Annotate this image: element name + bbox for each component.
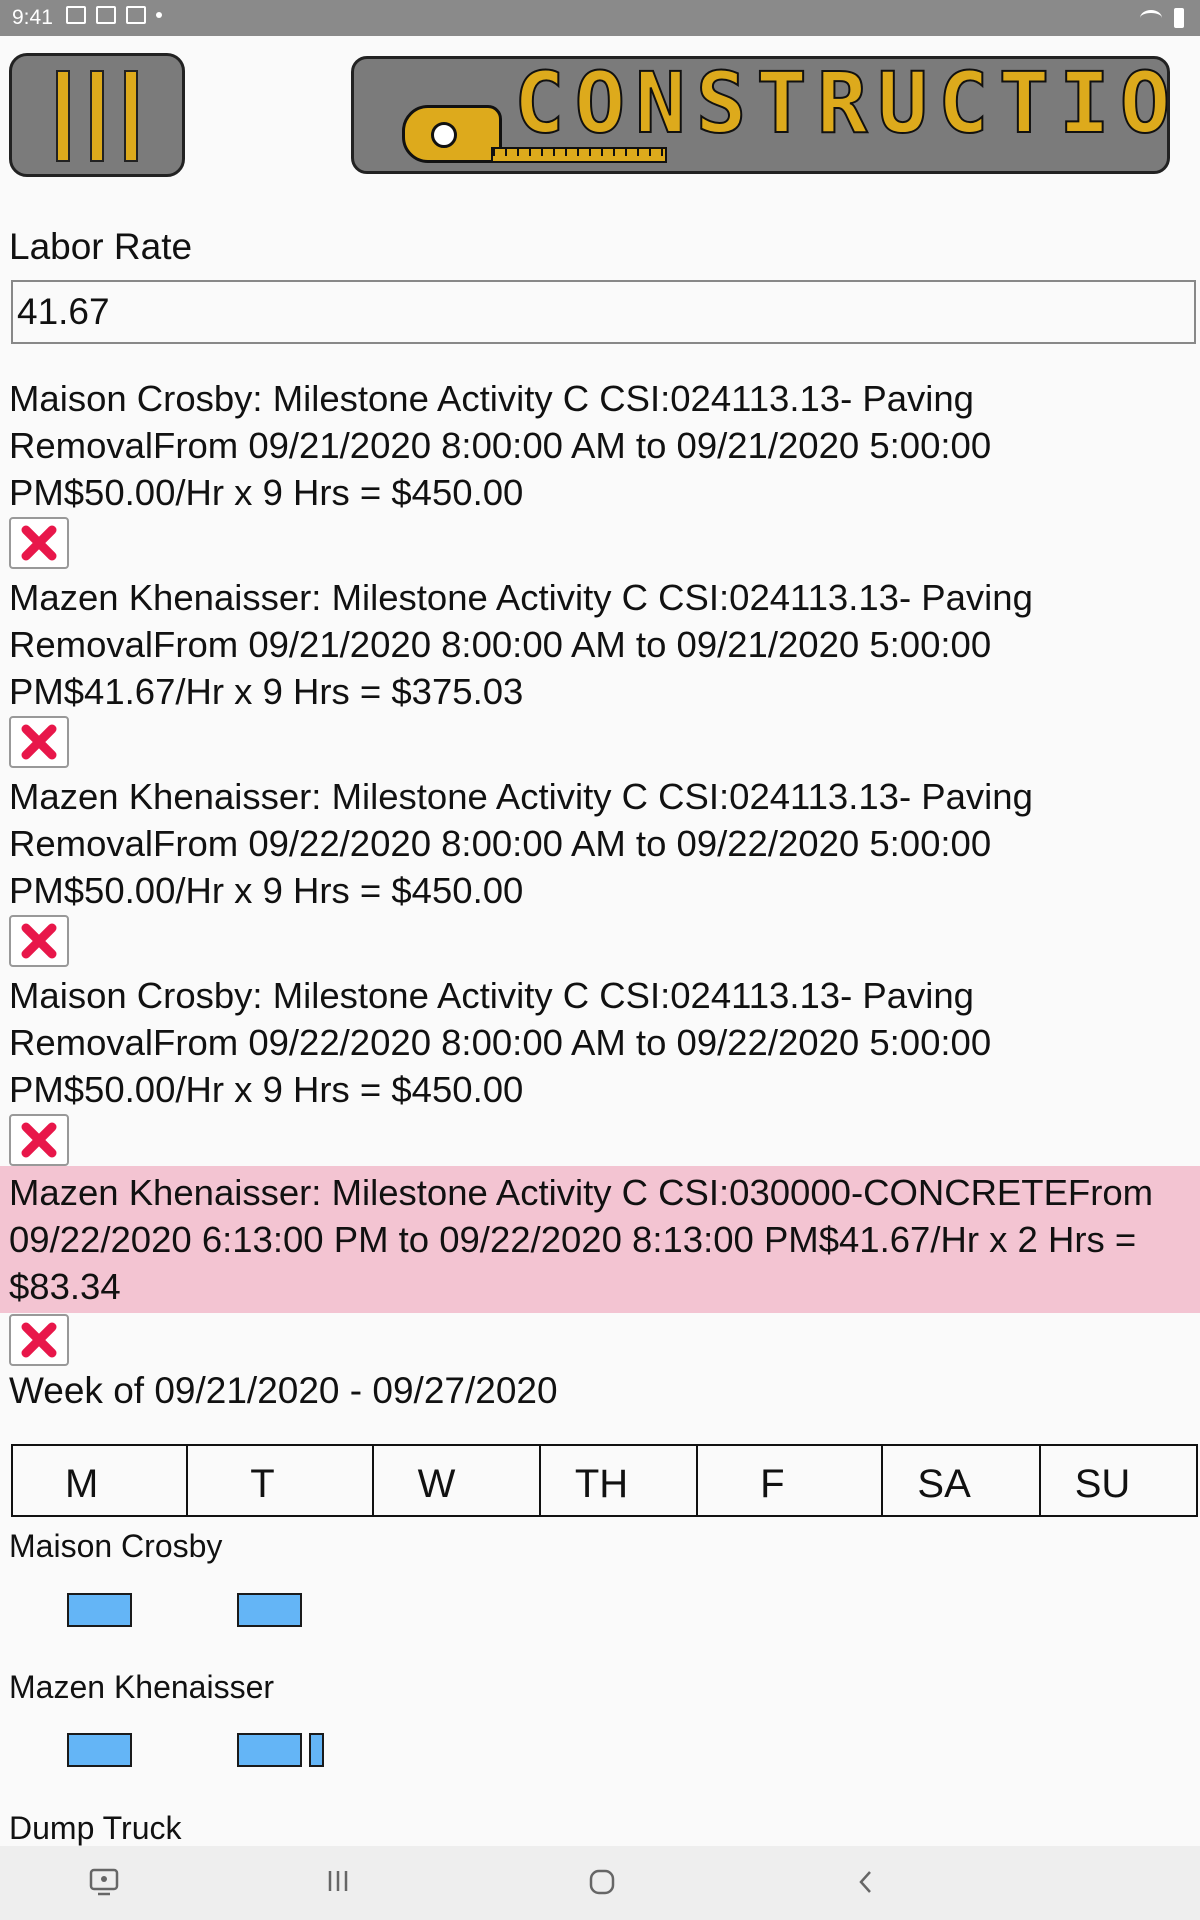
labor-entry-text: Mazen Khenaisser: Milestone Activity C C… (9, 577, 1033, 712)
delete-entry-button[interactable] (9, 517, 69, 569)
delete-entry-button[interactable] (9, 716, 69, 768)
labor-entry: Maison Crosby: Milestone Activity C CSI:… (0, 972, 1200, 1113)
day-friday[interactable]: F (698, 1446, 884, 1515)
labor-entry-text: Mazen Khenaisser: Milestone Activity C C… (9, 776, 1033, 911)
day-monday[interactable]: M (13, 1446, 189, 1515)
labor-entry-text: Maison Crosby: Milestone Activity C CSI:… (9, 975, 992, 1110)
gallery-notification-icon (66, 6, 86, 24)
logo-text: CONSTRUCTION (513, 56, 1170, 152)
menu-bar-1 (56, 70, 70, 162)
day-wednesday[interactable]: W (374, 1446, 541, 1515)
labor-entry-selected[interactable]: Mazen Khenaisser: Milestone Activity C C… (0, 1166, 1200, 1313)
status-bar: 9:41 (0, 0, 1200, 36)
menu-bar-3 (124, 70, 138, 162)
construction-logo: CONSTRUCTION (351, 56, 1170, 174)
delete-entry-button[interactable] (9, 915, 69, 967)
week-days-header: M T W TH F SA SU (11, 1444, 1198, 1517)
schedule-block[interactable] (237, 1733, 302, 1767)
download-notification-icon (96, 6, 116, 24)
delete-x-icon (18, 723, 60, 761)
recent-apps-icon[interactable] (325, 1868, 351, 1899)
delete-x-icon (18, 1321, 60, 1359)
back-icon[interactable] (855, 1868, 877, 1901)
day-thursday[interactable]: TH (541, 1446, 699, 1515)
notification-icons (66, 6, 162, 24)
day-sunday[interactable]: SU (1041, 1446, 1196, 1515)
more-notifications-icon (156, 12, 162, 18)
delete-x-icon (18, 1121, 60, 1159)
labor-entry-text: Mazen Khenaisser: Milestone Activity C C… (0, 1166, 1200, 1313)
menu-button[interactable] (9, 53, 185, 177)
menu-bar-2 (90, 70, 104, 162)
schedule-row-label: Dump Truck (9, 1810, 182, 1846)
mail-notification-icon (126, 6, 146, 24)
system-status-icons (1140, 8, 1184, 28)
screenshot-icon[interactable] (89, 1868, 119, 1901)
schedule-block[interactable] (309, 1733, 324, 1767)
tape-measure-hole (431, 122, 457, 148)
wifi-icon (1140, 10, 1162, 26)
schedule-row-label: Mazen Khenaisser (9, 1669, 275, 1705)
delete-entry-button[interactable] (9, 1114, 69, 1166)
day-saturday[interactable]: SA (883, 1446, 1041, 1515)
labor-rate-label: Labor Rate (9, 226, 193, 267)
day-tuesday[interactable]: T (188, 1446, 374, 1515)
labor-entry-text: Maison Crosby: Milestone Activity C CSI:… (9, 378, 992, 513)
schedule-block[interactable] (237, 1593, 302, 1627)
schedule-block[interactable] (67, 1733, 132, 1767)
labor-entry: Mazen Khenaisser: Milestone Activity C C… (0, 773, 1200, 914)
delete-x-icon (18, 524, 60, 562)
delete-x-icon (18, 922, 60, 960)
tape-measure-icon (402, 105, 502, 163)
labor-entry: Mazen Khenaisser: Milestone Activity C C… (0, 574, 1200, 715)
labor-entry: Maison Crosby: Milestone Activity C CSI:… (0, 375, 1200, 516)
schedule-row-label: Maison Crosby (9, 1528, 223, 1564)
delete-entry-button[interactable] (9, 1314, 69, 1366)
schedule-block[interactable] (67, 1593, 132, 1627)
status-time: 9:41 (12, 6, 53, 29)
battery-icon (1174, 8, 1184, 28)
labor-rate-input[interactable] (11, 280, 1196, 344)
week-label: Week of 09/21/2020 - 09/27/2020 (9, 1370, 558, 1411)
home-icon[interactable] (588, 1868, 616, 1901)
system-nav-bar (0, 1846, 1200, 1920)
